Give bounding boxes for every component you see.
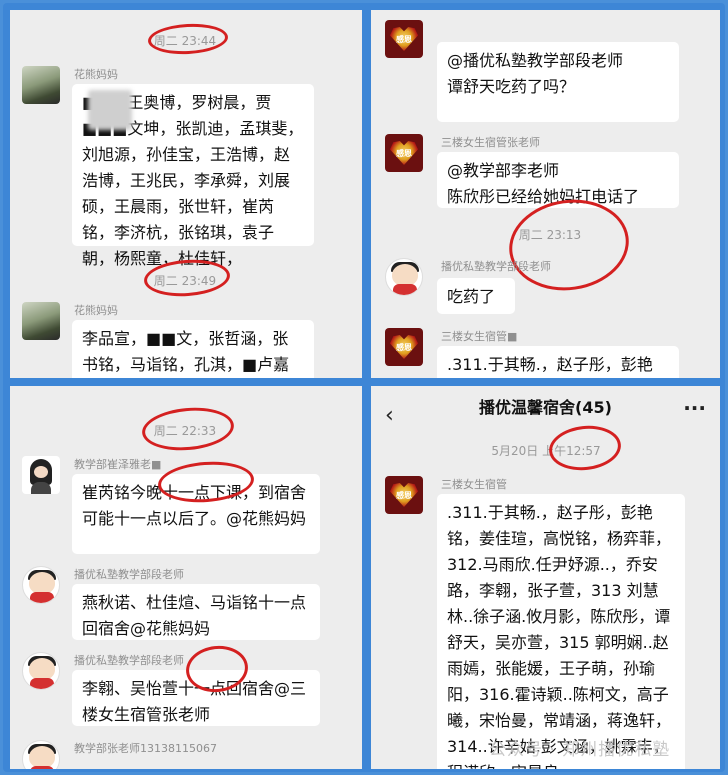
red-circle-annotation: [147, 21, 229, 57]
sender-name: 三楼女生宿管■: [441, 330, 518, 343]
sender-name: 播优私塾教学部段老师: [74, 568, 184, 581]
message-bubble[interactable]: .311.于其畅.，赵子彤，彭艳铭，姜佳瑄，高悦铭，杨弈菲，312.马雨欣.任尹…: [437, 494, 685, 769]
sender-name: 教学部崔泽雅老■: [74, 458, 162, 471]
heart-icon: 感恩: [390, 27, 418, 51]
chat-panel-3: 周二 22:33 教学部崔泽雅老■ 崔芮铭今晚十一点下课，到宿舍可能十一点以后了…: [10, 386, 362, 769]
sender-name: 教学部张老师13138115067: [74, 742, 217, 755]
heart-icon: 感恩: [390, 141, 418, 165]
message-bubble[interactable]: 燕秋诺、杜佳煊、马诣铭十一点回宿舍@花熊妈妈: [72, 584, 320, 640]
back-arrow-icon[interactable]: ‹: [385, 394, 394, 438]
chat-panel-1: 周二 23:44 花熊妈妈 ■■■王奥博，罗树晨，贾■■■文坤，张凯迪，孟琪斐，…: [10, 10, 362, 378]
sender-name: 播优私塾教学部段老师: [441, 260, 551, 273]
chat-title-bar: ‹ 播优温馨宿舍(45) ···: [371, 386, 720, 430]
sender-name: 三楼女生宿管张老师: [441, 136, 540, 149]
message-bubble[interactable]: @教学部李老师 陈欣彤已经给她妈打电话了: [437, 152, 679, 208]
avatar[interactable]: 感恩: [385, 328, 423, 366]
message-bubble[interactable]: 李品宣，■■文，张哲涵，张书铭，马诣铭，孔淇，■卢嘉铭，卢丙严，姚佳灿，周散一: [72, 320, 314, 378]
heart-icon: 感恩: [390, 483, 418, 507]
sender-name: 花熊妈妈: [74, 68, 118, 81]
heart-icon: 感恩: [390, 335, 418, 359]
avatar[interactable]: [22, 566, 60, 604]
avatar[interactable]: [22, 740, 60, 769]
avatar[interactable]: [22, 652, 60, 690]
group-name: 播优温馨宿舍(45): [479, 398, 612, 417]
message-bubble[interactable]: 吃药了: [437, 278, 515, 314]
red-circle-annotation: [546, 422, 624, 474]
red-circle-annotation: [140, 404, 236, 454]
chat-panel-4: ‹ 播优温馨宿舍(45) ··· 5月20日 上午12:57 感恩 三楼女生宿管…: [371, 386, 720, 769]
sender-name: 三楼女生宿管: [441, 478, 507, 491]
avatar[interactable]: 感恩: [385, 20, 423, 58]
redaction-blur: [88, 90, 132, 130]
avatar[interactable]: [22, 66, 60, 104]
avatar[interactable]: [385, 258, 423, 296]
message-bubble[interactable]: @播优私塾教学部段老师 谭舒天吃药了吗？: [437, 42, 679, 122]
watermark: 公众号 · 郑州播优私塾: [489, 740, 671, 760]
more-options-icon[interactable]: ···: [683, 386, 706, 430]
sender-name: 播优私塾教学部段老师: [74, 654, 184, 667]
avatar[interactable]: 感恩: [385, 134, 423, 172]
sender-name: 花熊妈妈: [74, 304, 118, 317]
avatar[interactable]: [22, 456, 60, 494]
avatar[interactable]: 感恩: [385, 476, 423, 514]
chat-panel-2: 感恩 @播优私塾教学部段老师 谭舒天吃药了吗？ 感恩 三楼女生宿管张老师 @教学…: [371, 10, 720, 378]
message-bubble[interactable]: .311.于其畅.，赵子彤，彭艳铭，姜佳瑄，高悦铭，杨弈菲: [437, 346, 679, 378]
avatar[interactable]: [22, 302, 60, 340]
